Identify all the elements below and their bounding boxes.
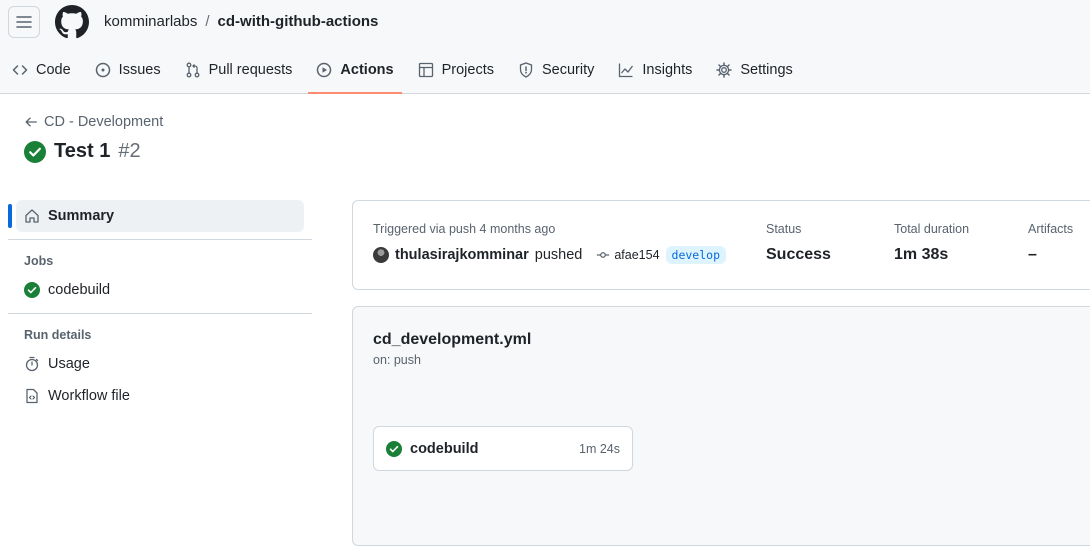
check-circle-fill-icon	[386, 440, 402, 457]
job-name: codebuild	[410, 440, 479, 457]
trigger-section: Triggered via push 4 months ago thulasir…	[373, 222, 726, 264]
repo-name-link[interactable]: cd-with-github-actions	[218, 13, 379, 30]
github-logo-icon[interactable]	[55, 5, 89, 39]
run-number: #2	[118, 140, 141, 162]
sidebar-item-label: codebuild	[48, 282, 111, 298]
tab-settings[interactable]: Settings	[708, 50, 800, 90]
git-commit-icon	[597, 252, 610, 258]
home-icon	[25, 209, 39, 223]
tab-label: Actions	[340, 62, 394, 78]
tab-insights[interactable]: Insights	[610, 50, 700, 90]
graph-icon	[619, 63, 634, 78]
duration-value: 1m 38s	[894, 246, 949, 263]
actor-link[interactable]: thulasirajkomminar	[395, 247, 529, 263]
workflow-name: CD - Development	[44, 114, 164, 130]
workflow-file-name: cd_development.yml	[373, 331, 532, 348]
workflow-graph: cd_development.yml on: push codebuild 1m…	[352, 306, 1090, 546]
sidebar-item-usage[interactable]: Usage	[8, 348, 312, 380]
sidebar-item-label: Usage	[48, 356, 90, 372]
artifacts-section: Artifacts –	[1028, 222, 1073, 264]
repo-header: komminarlabs / cd-with-github-actions Co…	[0, 0, 1090, 94]
tab-issues[interactable]: Issues	[87, 50, 169, 90]
run-title: Test 1	[54, 140, 111, 162]
repo-breadcrumb: komminarlabs / cd-with-github-actions	[104, 13, 378, 30]
page-title: Test 1 #2	[24, 140, 141, 163]
duration-section: Total duration 1m 38s	[894, 222, 969, 264]
tab-label: Projects	[441, 62, 494, 78]
run-summary-box: Triggered via push 4 months ago thulasir…	[352, 200, 1090, 290]
run-details-heading: Run details	[24, 328, 92, 342]
tab-label: Issues	[118, 62, 161, 78]
sidebar-item-summary[interactable]: Summary	[8, 200, 304, 232]
commit-link[interactable]: afae154	[596, 248, 660, 262]
sidebar-divider	[8, 239, 312, 240]
status-value: Success	[766, 246, 831, 263]
issue-icon	[95, 62, 110, 78]
arrow-left-icon	[25, 117, 37, 127]
table-icon	[418, 62, 433, 78]
job-duration: 1m 24s	[579, 441, 620, 456]
trigger-action: pushed	[534, 247, 583, 263]
duration-label: Total duration	[894, 222, 970, 236]
avatar[interactable]	[373, 247, 389, 263]
sidebar-item-label: Summary	[48, 208, 115, 224]
status-label: Status	[766, 222, 802, 236]
tab-projects[interactable]: Projects	[410, 50, 502, 90]
branch-badge[interactable]: develop	[665, 246, 726, 264]
file-code-icon	[26, 388, 38, 404]
play-icon	[317, 62, 332, 78]
sidebar-item-workflow-file[interactable]: Workflow file	[8, 380, 312, 412]
tab-label: Pull requests	[208, 62, 293, 78]
status-section: Status Success	[766, 222, 831, 264]
tab-label: Security	[541, 62, 595, 78]
check-circle-fill-icon	[24, 140, 46, 163]
run-sidebar: Summary Jobs codebuild Run details Usage…	[8, 198, 312, 412]
trigger-text: Triggered via push 4 months ago	[373, 222, 556, 236]
tab-actions[interactable]: Actions	[308, 50, 402, 94]
hamburger-menu-button[interactable]	[8, 6, 40, 38]
tab-pull-requests[interactable]: Pull requests	[177, 50, 301, 90]
sidebar-divider	[8, 313, 312, 314]
code-icon	[12, 65, 28, 75]
commit-sha: afae154	[614, 248, 660, 262]
tab-label: Insights	[642, 62, 693, 78]
jobs-heading: Jobs	[24, 254, 54, 268]
repo-owner-link[interactable]: komminarlabs	[104, 13, 197, 30]
repo-nav-tabs: Code Issues Pull requests Actions Projec…	[0, 50, 805, 94]
artifacts-value: –	[1028, 246, 1037, 263]
check-circle-fill-icon	[24, 282, 40, 298]
tab-code[interactable]: Code	[4, 50, 79, 90]
tab-label: Code	[36, 62, 71, 78]
stopwatch-icon	[25, 356, 39, 372]
pull-request-icon	[186, 62, 200, 78]
workflow-trigger: on: push	[373, 353, 421, 367]
repo-separator: /	[205, 13, 210, 30]
artifacts-label: Artifacts	[1028, 222, 1074, 236]
gear-icon	[716, 62, 733, 78]
tab-label: Settings	[740, 62, 793, 78]
hamburger-icon	[16, 16, 32, 28]
sidebar-item-label: Workflow file	[48, 388, 130, 404]
tab-security[interactable]: Security	[510, 50, 602, 90]
sidebar-item-job-codebuild[interactable]: codebuild	[8, 274, 312, 306]
trigger-details: thulasirajkomminar pushed afae154 develo…	[373, 246, 726, 264]
job-card-codebuild[interactable]: codebuild 1m 24s	[373, 426, 633, 471]
shield-icon	[519, 62, 533, 78]
back-to-workflow-link[interactable]: CD - Development	[24, 114, 163, 130]
